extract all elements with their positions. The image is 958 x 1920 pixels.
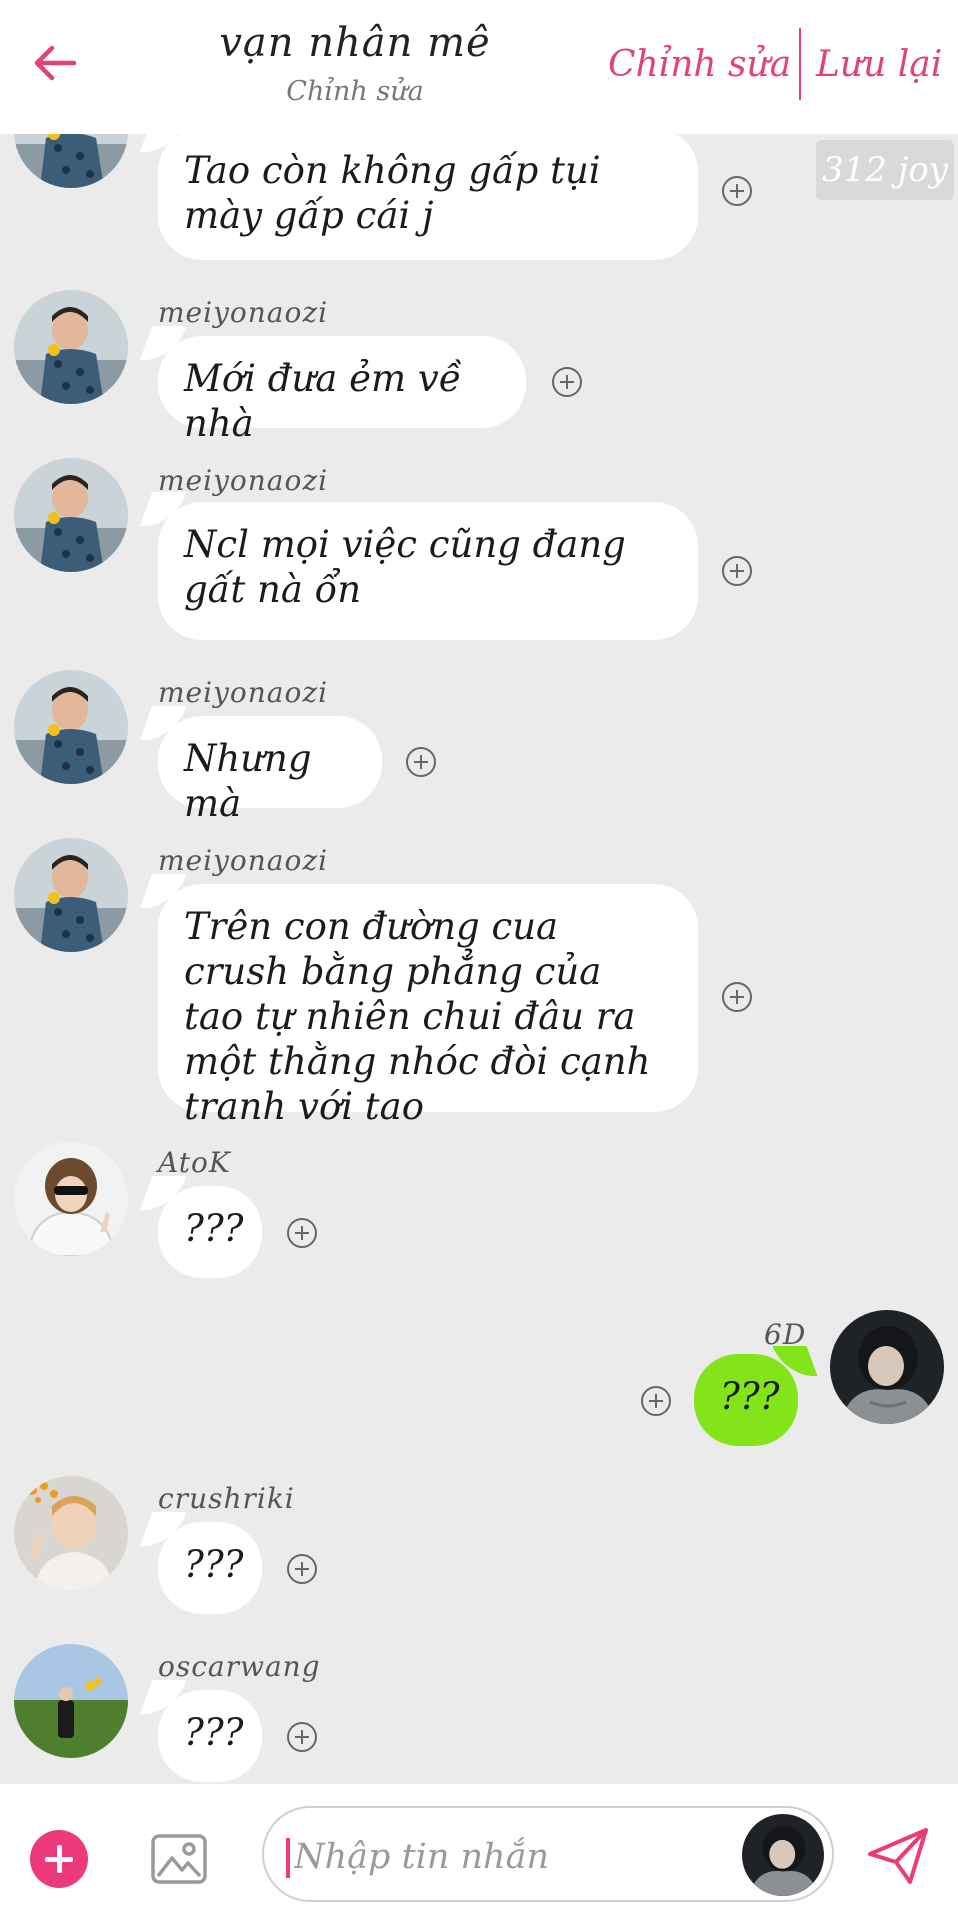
add-reaction-icon[interactable] bbox=[287, 1554, 317, 1584]
input-bar bbox=[0, 1784, 958, 1920]
message-input[interactable] bbox=[292, 1826, 696, 1888]
add-reaction-icon[interactable] bbox=[641, 1386, 671, 1416]
avatar[interactable] bbox=[14, 458, 128, 572]
edit-button[interactable]: Chỉnh sửa bbox=[608, 44, 791, 85]
save-button[interactable]: Lưu lại bbox=[816, 44, 942, 85]
message-bubble[interactable]: ??? bbox=[694, 1354, 798, 1446]
message-bubble[interactable]: Trên con đường cua crush bằng phẳng của … bbox=[158, 884, 698, 1128]
add-reaction-icon[interactable] bbox=[287, 1218, 317, 1248]
add-reaction-icon[interactable] bbox=[722, 176, 752, 206]
message-bubble[interactable]: Ncl mọi việc cũng đang gất nà ổn bbox=[158, 502, 698, 640]
send-icon[interactable] bbox=[866, 1826, 930, 1886]
chat-title: vạn nhân mê bbox=[219, 20, 491, 66]
avatar[interactable] bbox=[14, 1476, 128, 1590]
chat-subtitle: Chỉnh sửa bbox=[286, 76, 424, 107]
image-icon[interactable] bbox=[150, 1830, 208, 1888]
sender-name: meiyonaozi bbox=[158, 676, 329, 709]
sender-name: AtoK bbox=[158, 1146, 231, 1179]
add-reaction-icon[interactable] bbox=[722, 982, 752, 1012]
back-arrow-icon[interactable] bbox=[30, 38, 80, 88]
sender-name: oscarwang bbox=[158, 1650, 321, 1683]
avatar[interactable] bbox=[14, 1142, 128, 1256]
watermark: 312 joy bbox=[816, 140, 954, 200]
add-reaction-icon[interactable] bbox=[552, 367, 582, 397]
avatar[interactable] bbox=[14, 1644, 128, 1758]
message-bubble[interactable]: Tao còn không gấp tụi mày gấp cái j bbox=[158, 128, 698, 260]
avatar[interactable] bbox=[14, 670, 128, 784]
sender-name: crushriki bbox=[158, 1482, 295, 1515]
add-reaction-icon[interactable] bbox=[406, 747, 436, 777]
header-divider bbox=[799, 28, 801, 100]
add-attachment-button[interactable] bbox=[30, 1830, 88, 1888]
avatar[interactable] bbox=[14, 838, 128, 952]
message-bubble[interactable]: ??? bbox=[158, 1690, 262, 1782]
message-input-box[interactable] bbox=[262, 1806, 834, 1902]
sender-name: meiyonaozi bbox=[158, 844, 329, 877]
add-reaction-icon[interactable] bbox=[287, 1722, 317, 1752]
avatar[interactable] bbox=[830, 1310, 944, 1424]
avatar[interactable] bbox=[14, 290, 128, 404]
chat-header: vạn nhân mê Chỉnh sửa Chỉnh sửa Lưu lại bbox=[0, 0, 958, 134]
message-bubble[interactable]: Mới đưa ẻm về nhà bbox=[158, 336, 526, 445]
sender-avatar-icon[interactable] bbox=[742, 1814, 824, 1896]
message-bubble[interactable]: Nhưng mà bbox=[158, 716, 382, 825]
sender-name: meiyonaozi bbox=[158, 296, 329, 329]
add-reaction-icon[interactable] bbox=[722, 556, 752, 586]
text-caret bbox=[286, 1838, 290, 1878]
message-bubble[interactable]: ??? bbox=[158, 1186, 262, 1278]
message-bubble[interactable]: ??? bbox=[158, 1522, 262, 1614]
